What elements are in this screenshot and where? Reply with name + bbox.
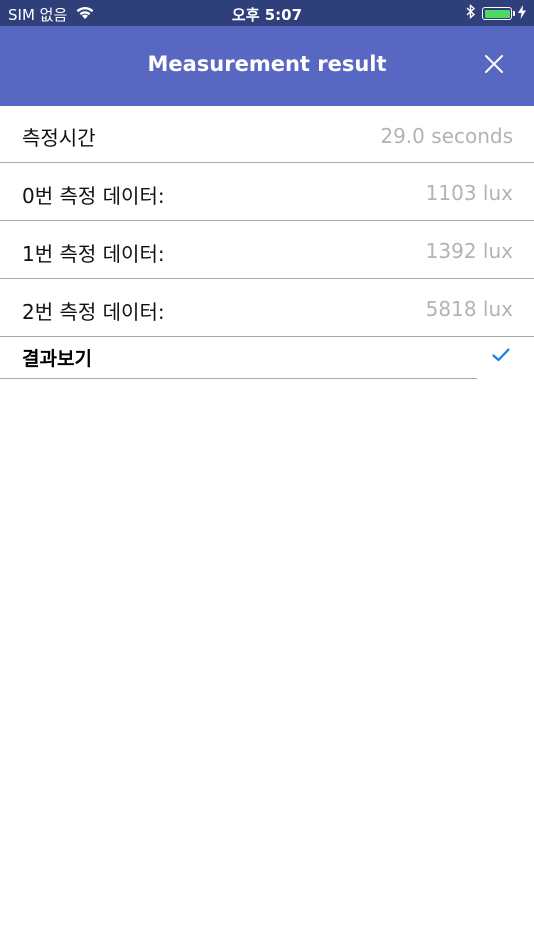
status-right (466, 3, 526, 23)
row-label: 0번 측정 데이터: (22, 184, 165, 208)
row-measurement-1: 1번 측정 데이터: 1392 lux (0, 221, 534, 279)
row-measurement-2: 2번 측정 데이터: 5818 lux (0, 279, 534, 337)
row-label: 2번 측정 데이터: (22, 300, 165, 324)
nav-bar: Measurement result (0, 26, 534, 106)
row-value: 5818 lux (425, 297, 513, 321)
battery-icon (482, 7, 515, 20)
status-bar: SIM 없음 오후 5:07 (0, 0, 534, 26)
row-value: 1392 lux (425, 239, 513, 263)
row-measurement-0: 0번 측정 데이터: 1103 lux (0, 163, 534, 221)
bluetooth-icon (466, 3, 476, 23)
close-button[interactable] (474, 46, 514, 86)
view-results-divider (0, 378, 477, 379)
view-results-label: 결과보기 (22, 348, 92, 370)
row-value: 29.0 seconds (380, 124, 513, 148)
battery-fill (484, 9, 510, 18)
charging-bolt-icon (518, 4, 526, 23)
page-title: Measurement result (147, 52, 387, 76)
close-icon (484, 54, 504, 78)
measurement-result-screen: SIM 없음 오후 5:07 Measurement result 측정시간 2… (0, 0, 534, 950)
view-results-row[interactable]: 결과보기 (0, 337, 534, 379)
status-time: 오후 5:07 (231, 6, 303, 24)
row-label: 1번 측정 데이터: (22, 242, 165, 266)
row-measurement-time: 측정시간 29.0 seconds (0, 106, 534, 163)
checkmark-icon (492, 347, 510, 366)
row-value: 1103 lux (425, 181, 513, 205)
row-label: 측정시간 (22, 126, 96, 150)
